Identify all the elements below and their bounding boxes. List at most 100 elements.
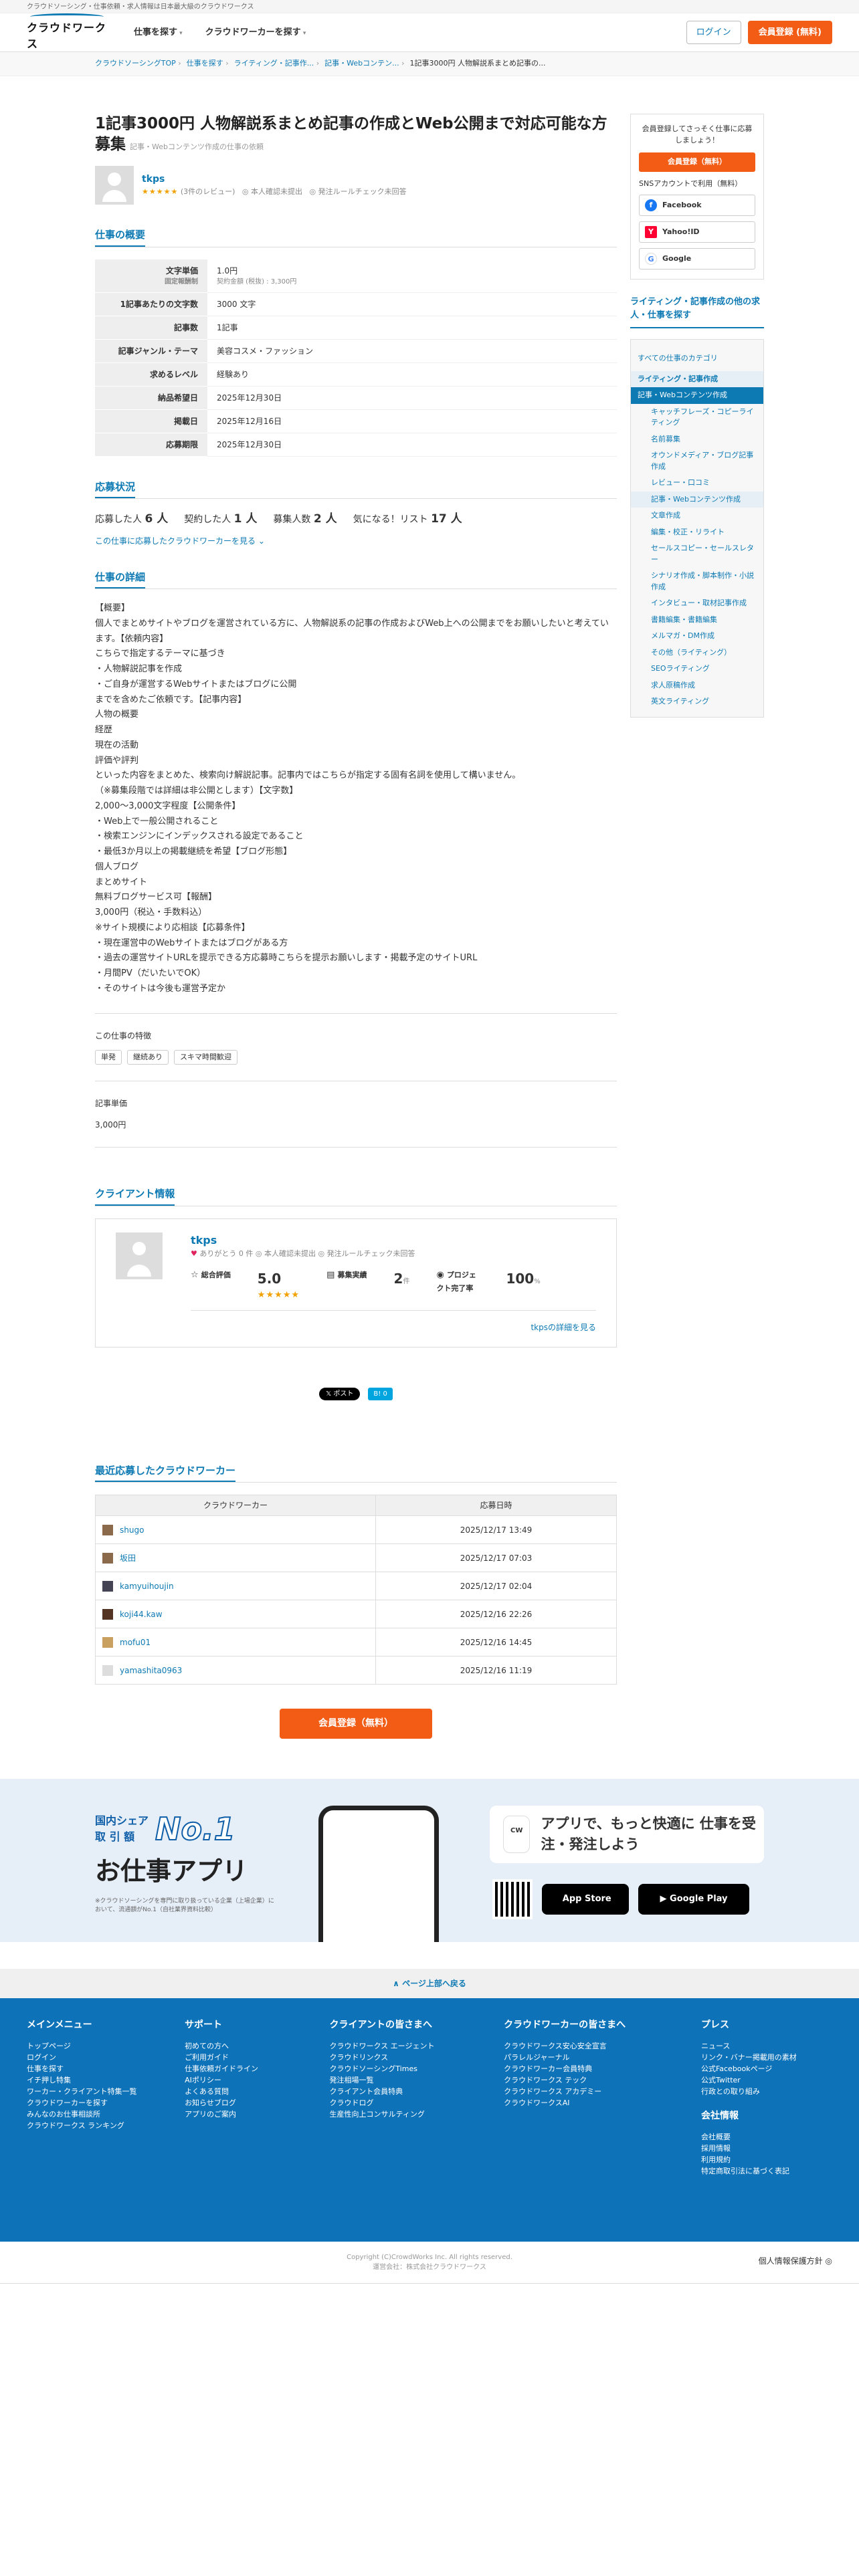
client-name[interactable]: tkps	[142, 173, 407, 187]
footer-link[interactable]: クラウドワークス エージェント	[330, 2040, 478, 2052]
category-item[interactable]: メルマガ・DM作成	[631, 628, 763, 645]
worker-avatar[interactable]	[102, 1581, 113, 1592]
footer-link[interactable]: 会社概要	[701, 2131, 832, 2143]
footer-link[interactable]: 仕事を探す	[27, 2063, 158, 2074]
footer-link[interactable]: クラウドワークス ランキング	[27, 2120, 158, 2131]
category-item[interactable]: レビュー・口コミ	[631, 475, 763, 492]
footer-link[interactable]: クラウドワークス アカデミー	[504, 2086, 674, 2097]
job-category[interactable]: 記事・Webコンテンツ作成の仕事の依頼	[130, 142, 264, 151]
client-avatar[interactable]	[95, 166, 134, 205]
google-play-button[interactable]: ▶ Google Play	[638, 1884, 749, 1915]
footer-link[interactable]: クラウドワーカー会員特典	[504, 2063, 674, 2074]
nav-find-workers[interactable]: クラウドワーカーを探す	[205, 26, 306, 39]
footer-link[interactable]: AIポリシー	[185, 2074, 302, 2086]
footer-link[interactable]: 初めての方へ	[185, 2040, 302, 2052]
footer-link[interactable]: クラウドワークス テック	[504, 2074, 674, 2086]
worker-avatar[interactable]	[102, 1553, 113, 1564]
footer-link[interactable]: トップページ	[27, 2040, 158, 2052]
category-item[interactable]: キャッチフレーズ・コピーライティング	[631, 404, 763, 431]
client-card-name[interactable]: tkps	[191, 1232, 596, 1249]
footer-link[interactable]: よくある質問	[185, 2086, 302, 2097]
x-post-button[interactable]: 𝕏 ポスト	[319, 1387, 361, 1400]
footer-link[interactable]: 利用規約	[701, 2154, 832, 2165]
recent-workers-table: クラウドワーカー 応募日時 shugo 2025/12/17 13:49 坂田 202…	[95, 1495, 617, 1685]
client-card-avatar[interactable]	[116, 1232, 163, 1279]
footer-link[interactable]: ニュース	[701, 2040, 832, 2052]
footer-link[interactable]: アプリのご案内	[185, 2109, 302, 2120]
footer-link[interactable]: クラウドワークス安心安全宣言	[504, 2040, 674, 2052]
sidebar-register-button[interactable]: 会員登録（無料）	[639, 152, 755, 172]
footer-link[interactable]: パラレルジャーナル	[504, 2052, 674, 2063]
footer-link[interactable]: クラウドワークスAI	[504, 2097, 674, 2109]
footer-link[interactable]: 行政との取り組み	[701, 2086, 832, 2097]
app-store-button[interactable]: App Store	[542, 1884, 629, 1915]
back-to-top-link[interactable]: ∧ ページ上部へ戻る	[0, 1969, 859, 1999]
footer-link[interactable]: クライアント会員特典	[330, 2086, 478, 2097]
breadcrumb-writing[interactable]: ライティング・記事作...	[234, 58, 320, 70]
breadcrumb-web-content[interactable]: 記事・Webコンテン...	[324, 58, 404, 70]
yahoo-login-button[interactable]: Y Yahoo!ID	[639, 221, 755, 243]
footer-link[interactable]: 採用情報	[701, 2143, 832, 2154]
worker-name[interactable]: shugo	[120, 1525, 144, 1535]
footer-link[interactable]: イチ押し特集	[27, 2074, 158, 2086]
footer-link[interactable]: クラウドソーシングTimes	[330, 2063, 478, 2074]
footer-link[interactable]: 仕事依頼ガイドライン	[185, 2063, 302, 2074]
signup-box: 会員登録してさっそく仕事に応募しましょう！ 会員登録（無料） SNSアカウントで…	[630, 114, 764, 280]
breadcrumb-top[interactable]: クラウドソーシングTOP	[95, 58, 181, 70]
footer-heading: 会社情報	[700, 2111, 739, 2122]
footer-link[interactable]: 生産性向上コンサルティング	[330, 2109, 478, 2120]
footer-link[interactable]: 公式Twitter	[701, 2074, 832, 2086]
worker-name[interactable]: koji44.kaw	[120, 1610, 163, 1619]
worker-avatar[interactable]	[102, 1525, 113, 1536]
category-item[interactable]: 記事・Webコンテンツ作成	[631, 491, 763, 508]
worker-avatar[interactable]	[102, 1609, 113, 1620]
category-item[interactable]: シナリオ作成・脚本制作・小説作成	[631, 568, 763, 595]
review-count[interactable]: (3件のレビュー)	[181, 187, 235, 196]
category-item[interactable]: 書籍編集・書籍編集	[631, 612, 763, 629]
category-writing[interactable]: ライティング・記事作成	[631, 370, 763, 387]
register-button[interactable]: 会員登録 (無料)	[747, 20, 832, 45]
category-item[interactable]: 求人原稿作成	[631, 677, 763, 694]
footer-link[interactable]: 公式Facebookページ	[701, 2063, 832, 2074]
worker-name[interactable]: mofu01	[120, 1638, 151, 1647]
category-item[interactable]: SEOライティング	[631, 661, 763, 677]
category-all[interactable]: すべての仕事のカテゴリ	[631, 346, 763, 371]
footer-link[interactable]: 発注相場一覧	[330, 2074, 478, 2086]
login-button[interactable]: ログイン	[686, 20, 741, 45]
hatena-bookmark-button[interactable]: B! 0	[368, 1387, 393, 1400]
category-item[interactable]: 文章作成	[631, 508, 763, 524]
footer-link[interactable]: 特定商取引法に基づく表記	[701, 2165, 832, 2177]
worker-name[interactable]: kamyuihoujin	[120, 1582, 174, 1591]
category-item[interactable]: オウンドメディア・ブログ記事作成	[631, 447, 763, 475]
nav-find-jobs[interactable]: 仕事を探す	[134, 26, 183, 39]
category-web-content[interactable]: 記事・Webコンテンツ作成	[631, 387, 763, 404]
category-item[interactable]: 編集・校正・リライト	[631, 524, 763, 541]
facebook-login-button[interactable]: f Facebook	[639, 195, 755, 216]
category-item[interactable]: 英文ライティング	[631, 693, 763, 710]
footer-link[interactable]: クラウドリンクス	[330, 2052, 478, 2063]
category-item[interactable]: その他（ライティング）	[631, 645, 763, 661]
footer-link[interactable]: クラウドワーカーを探す	[27, 2097, 158, 2109]
view-applicants-link[interactable]: この仕事に応募したクラウドワーカーを見る	[95, 536, 256, 546]
footer-link[interactable]: ご利用ガイド	[185, 2052, 302, 2063]
google-login-button[interactable]: G Google	[639, 248, 755, 270]
worker-avatar[interactable]	[102, 1637, 113, 1648]
register-cta-button[interactable]: 会員登録（無料）	[280, 1709, 432, 1739]
category-item[interactable]: インタビュー・取材記事作成	[631, 595, 763, 612]
footer-link[interactable]: ログイン	[27, 2052, 158, 2063]
site-logo[interactable]: クラウドワークス	[27, 13, 107, 52]
worker-name[interactable]: yamashita0963	[120, 1666, 182, 1675]
category-item[interactable]: セールスコピー・セールスレター	[631, 540, 763, 568]
client-detail-link[interactable]: tkpsの詳細を見る	[531, 1323, 596, 1332]
privacy-policy-link[interactable]: 個人情報保護方針	[759, 2256, 823, 2266]
footer-link[interactable]: みんなのお仕事相談所	[27, 2109, 158, 2120]
footer-link[interactable]: リンク・バナー掲載用の素材	[701, 2052, 832, 2063]
footer-link[interactable]: ワーカー・クライアント特集一覧	[27, 2086, 158, 2097]
footer-heading: プレス	[700, 2020, 729, 2031]
worker-name[interactable]: 坂田	[120, 1553, 136, 1563]
category-item[interactable]: 名前募集	[631, 431, 763, 448]
breadcrumb-jobs[interactable]: 仕事を探す	[187, 58, 229, 70]
footer-link[interactable]: お知らせブログ	[185, 2097, 302, 2109]
worker-avatar[interactable]	[102, 1665, 113, 1677]
footer-link[interactable]: クラウドログ	[330, 2097, 478, 2109]
